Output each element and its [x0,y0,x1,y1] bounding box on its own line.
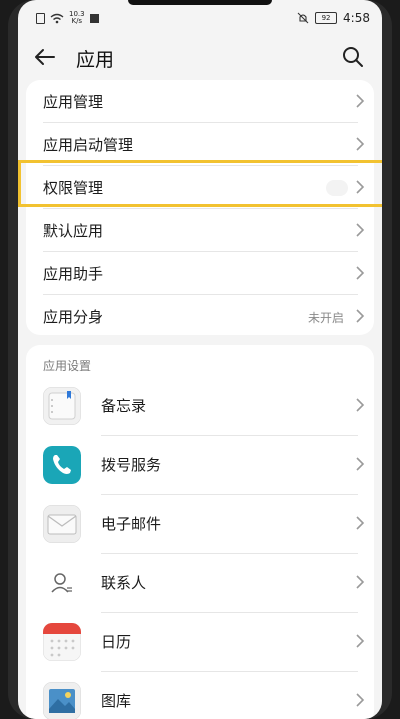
chevron-right-icon [356,309,365,323]
menu-item-default-apps[interactable]: 默认应用 [26,209,374,252]
chevron-right-icon [356,137,365,151]
menu-item-label: 默认应用 [43,222,104,240]
chevron-right-icon [356,180,365,194]
chevron-right-icon [356,223,365,237]
wifi-icon [50,13,64,23]
menu-item-label: 权限管理 [43,179,104,197]
net-speed-unit: K/s [71,17,83,25]
menu-item-label: 应用助手 [43,265,104,283]
menu-item-app-assistant[interactable]: 应用助手 [26,252,374,295]
app-settings-card: 应用设置 备忘录 拨号服务 电子邮件 联系人 日历 图库 [26,345,374,719]
app-item-calendar[interactable]: 日历 [26,613,374,672]
menu-item-app-twin[interactable]: 应用分身 未开启 [26,295,374,338]
chevron-right-icon [356,398,365,412]
chevron-right-icon [356,94,365,108]
calendar-icon [43,623,81,661]
notes-icon [43,387,81,425]
menu-item-permissions[interactable]: 权限管理 [26,166,374,209]
app-item-label: 电子邮件 [101,515,162,533]
app-item-label: 图库 [101,692,132,710]
app-menu-card: 应用管理 应用启动管理 权限管理 默认应用 应用助手 应用分身 未开启 [26,80,374,335]
notification-icon [89,13,99,23]
phone-frame: 10.3 K/s 92 4:58 应用 应用管理 应用启动管理 权限管理 默认应… [8,0,392,719]
app-item-label: 日历 [101,633,132,651]
app-bar: 应用 [18,36,382,78]
clock: 4:58 [343,11,370,25]
app-item-contacts[interactable]: 联系人 [26,554,374,613]
chevron-right-icon [356,575,365,589]
page-title: 应用 [76,49,115,71]
app-item-label: 联系人 [101,574,147,592]
chevron-right-icon [356,516,365,530]
menu-item-app-launch[interactable]: 应用启动管理 [26,123,374,166]
chevron-right-icon [356,693,365,707]
menu-item-label: 应用分身 [43,308,104,326]
app-item-phone[interactable]: 拨号服务 [26,436,374,495]
chevron-right-icon [356,457,365,471]
phone-icon [43,446,81,484]
screen: 10.3 K/s 92 4:58 应用 应用管理 应用启动管理 权限管理 默认应… [18,0,382,719]
camera-notch [128,0,272,5]
mute-bell-icon [297,12,309,24]
app-twin-status: 未开启 [307,311,344,325]
gallery-icon [43,682,81,719]
status-bar: 10.3 K/s 92 4:58 [18,8,382,30]
app-item-label: 备忘录 [101,397,147,415]
chevron-right-icon [356,634,365,648]
chevron-right-icon [356,266,365,280]
app-item-gallery[interactable]: 图库 [26,672,374,719]
back-arrow-icon[interactable] [32,44,58,70]
section-title: 应用设置 [43,359,92,373]
menu-item-label: 应用启动管理 [43,136,134,154]
menu-item-app-management[interactable]: 应用管理 [26,80,374,123]
battery-icon: 92 [315,12,338,24]
net-speed: 10.3 K/s [69,11,85,25]
email-icon [43,505,81,543]
app-item-email[interactable]: 电子邮件 [26,495,374,554]
search-icon[interactable] [340,44,366,70]
menu-item-label: 应用管理 [43,93,104,111]
sim-icon [36,12,45,24]
contacts-icon [43,564,81,602]
battery-level: 92 [321,14,331,22]
app-item-label: 拨号服务 [101,456,162,474]
touch-ripple [326,180,348,196]
app-item-notes[interactable]: 备忘录 [26,377,374,436]
